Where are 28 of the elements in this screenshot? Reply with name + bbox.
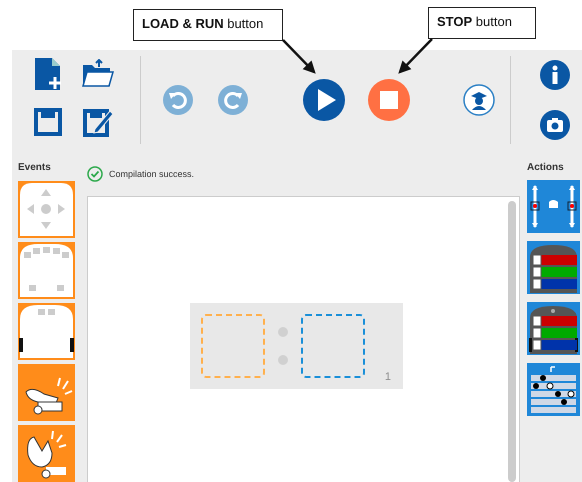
stop-icon[interactable] <box>368 79 410 121</box>
camera-icon[interactable] <box>540 110 570 140</box>
open-folder-icon[interactable] <box>82 59 114 89</box>
save-as-icon[interactable] <box>83 107 113 137</box>
colon-dot <box>278 355 288 365</box>
event-block[interactable] <box>18 425 75 482</box>
info-icon[interactable] <box>540 60 570 90</box>
status-message: Compilation success. <box>109 169 194 179</box>
save-icon[interactable] <box>34 108 62 136</box>
callout-arrow <box>282 39 316 74</box>
events-label: Events <box>18 162 52 173</box>
action-block[interactable] <box>527 363 580 416</box>
graduate-icon[interactable] <box>463 84 495 116</box>
callout-label: STOP button <box>428 7 536 39</box>
event-block[interactable] <box>18 303 75 360</box>
action-slot[interactable] <box>301 314 365 378</box>
action-block[interactable] <box>527 180 580 233</box>
action-block[interactable] <box>527 241 580 294</box>
actions-label: Actions <box>527 162 565 175</box>
row-number: 1 <box>384 371 391 383</box>
callout-arrow <box>398 38 433 74</box>
callout-label: LOAD & RUN button <box>133 9 283 41</box>
new-file-icon[interactable] <box>33 57 63 91</box>
event-block[interactable] <box>18 364 75 421</box>
action-block[interactable] <box>527 302 580 355</box>
play-icon[interactable] <box>303 79 345 121</box>
colon-dot <box>278 327 288 337</box>
scrollbar[interactable] <box>508 201 516 482</box>
